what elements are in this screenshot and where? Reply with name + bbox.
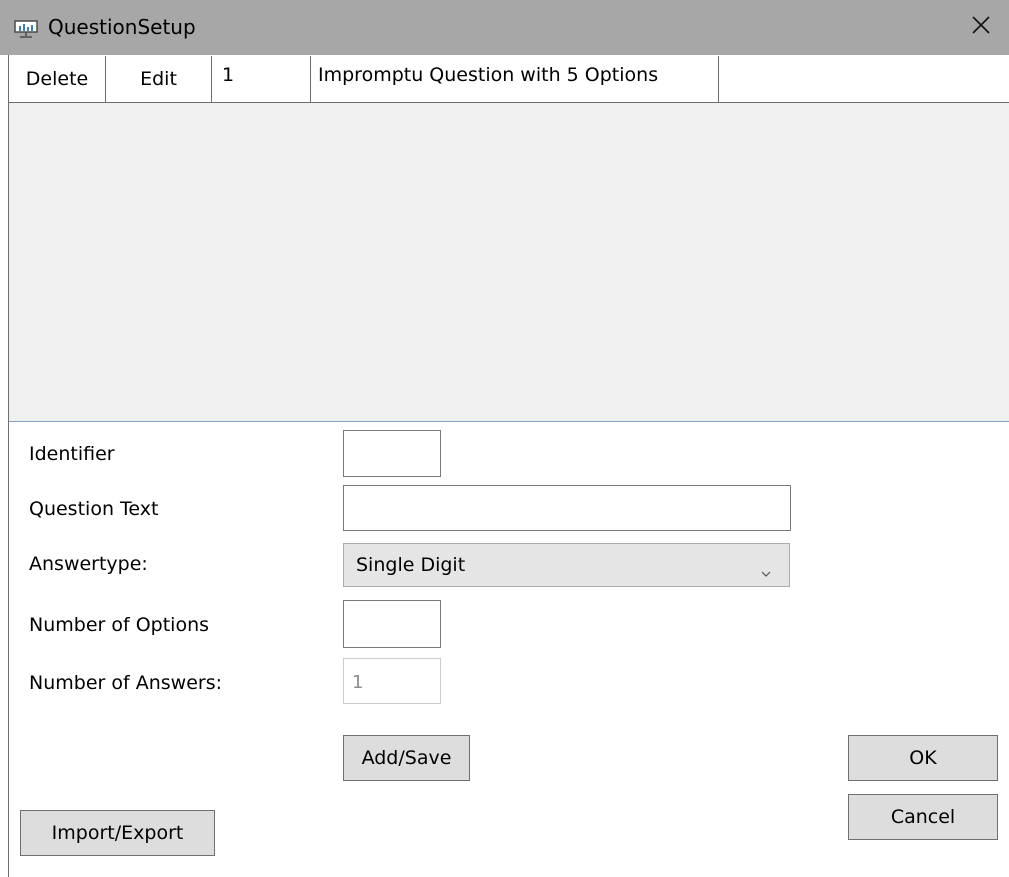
table-row[interactable]: Delete Edit 1 Impromptu Question with 5 … xyxy=(9,56,1009,103)
number-of-answers-input[interactable] xyxy=(343,658,441,704)
presentation-board-icon xyxy=(14,20,38,38)
question-grid-empty-area xyxy=(9,103,1009,422)
question-text-input[interactable] xyxy=(343,485,791,531)
edit-row-button[interactable]: Edit xyxy=(106,56,212,102)
close-icon xyxy=(971,15,991,40)
window-title: QuestionSetup xyxy=(48,15,196,39)
number-of-answers-label: Number of Answers: xyxy=(29,672,222,694)
close-button[interactable] xyxy=(953,0,1009,55)
question-text-label: Question Text xyxy=(29,498,159,520)
chevron-down-icon xyxy=(761,561,771,577)
cancel-button[interactable]: Cancel xyxy=(848,794,998,840)
answer-type-selected-value: Single Digit xyxy=(356,554,466,576)
add-save-button[interactable]: Add/Save xyxy=(343,735,470,781)
number-of-options-label: Number of Options xyxy=(29,614,210,636)
ok-button[interactable]: OK xyxy=(848,735,998,781)
row-id-cell: 1 xyxy=(212,56,311,102)
number-of-options-input[interactable] xyxy=(343,600,441,648)
identifier-input[interactable] xyxy=(343,430,441,477)
answer-type-dropdown[interactable]: Single Digit xyxy=(343,543,790,587)
delete-row-button[interactable]: Delete xyxy=(9,56,106,102)
answer-type-label: Answertype: xyxy=(29,553,148,575)
identifier-label: Identifier xyxy=(29,443,115,465)
import-export-button[interactable]: Import/Export xyxy=(20,810,215,856)
row-question-name-cell: Impromptu Question with 5 Options xyxy=(311,56,719,102)
title-bar[interactable]: QuestionSetup xyxy=(0,0,1009,55)
